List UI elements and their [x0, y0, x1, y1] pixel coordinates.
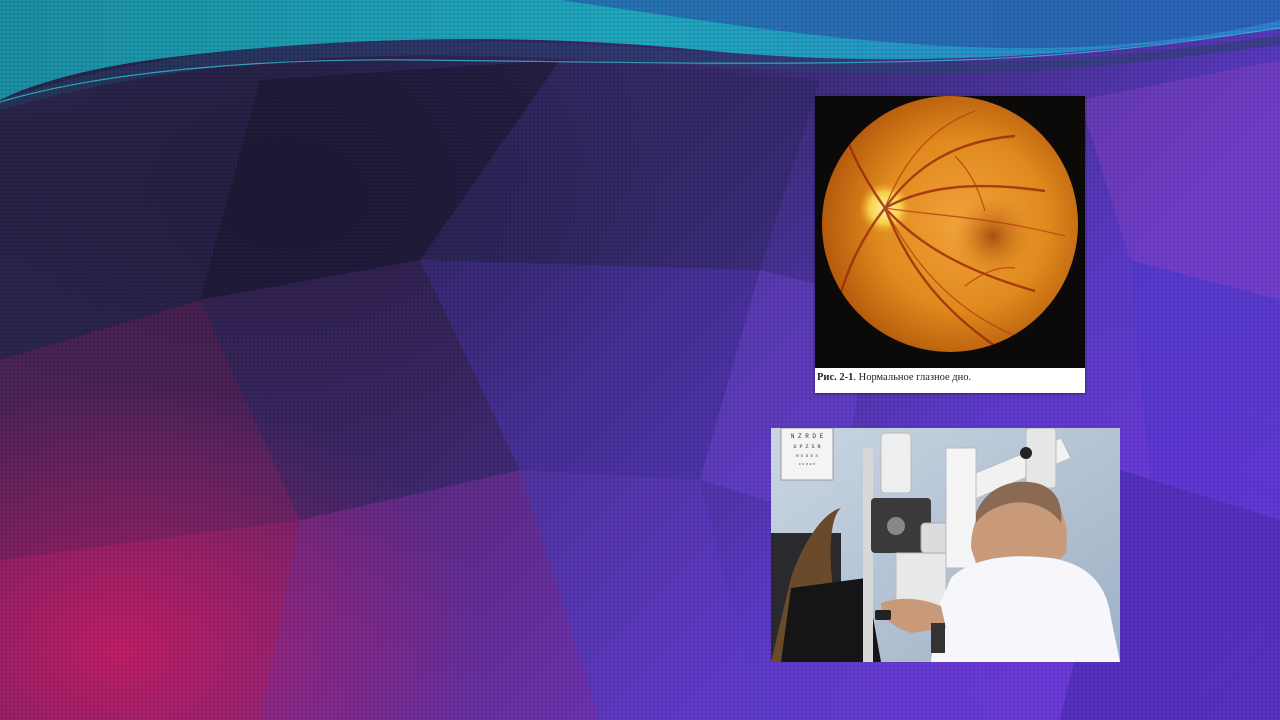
eye-chart-row-1: N Z R D E	[791, 433, 824, 440]
eye-chart-row-3: R E D E S	[796, 455, 818, 459]
fundus-photo-icon	[815, 96, 1085, 368]
slide: Рис. 2-1. Нормальное глазное дно. N Z R …	[0, 0, 1280, 720]
header-wave	[0, 0, 1280, 110]
fundus-caption: Рис. 2-1. Нормальное глазное дно.	[817, 372, 971, 383]
fundus-caption-label: Рис. 2-1	[817, 372, 854, 383]
fundus-caption-text: . Нормальное глазное дно.	[853, 372, 972, 383]
eye-chart-row-4: D U R E P	[799, 463, 815, 466]
eye-chart-row-2: U P Z S R	[793, 444, 820, 450]
fundus-figure: Рис. 2-1. Нормальное глазное дно.	[815, 96, 1085, 393]
slit-lamp-exam-photo-icon: N Z R D E U P Z S R R E D E S D U R E P	[771, 428, 1120, 662]
